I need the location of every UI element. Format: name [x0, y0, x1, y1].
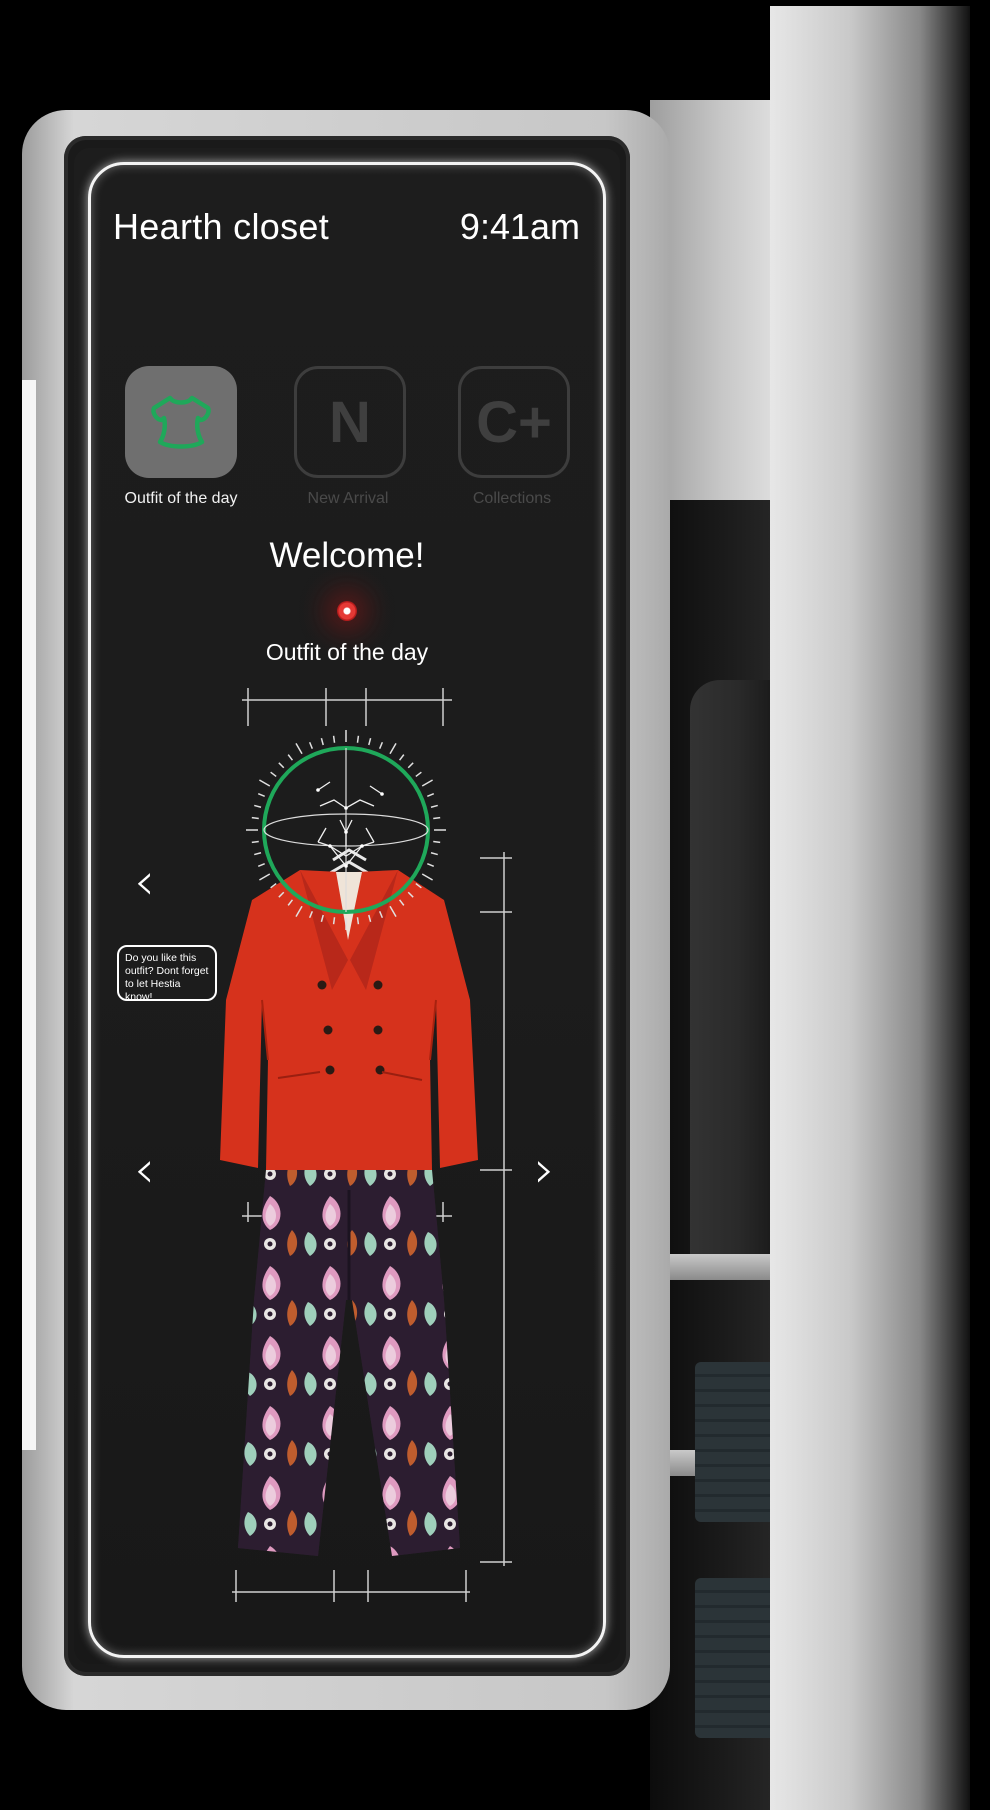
reticle-tick: [421, 779, 433, 787]
reticle-tick: [415, 771, 422, 778]
reticle-tick: [356, 917, 360, 925]
reticle-tick: [332, 735, 336, 743]
reticle-tick: [356, 735, 360, 743]
reticle-tick: [320, 738, 324, 746]
hestia-tip-bubble: Do you like this outfit? Dont forget to …: [117, 945, 217, 1003]
reticle-tick: [398, 754, 405, 761]
reticle-tick: [430, 852, 438, 856]
previous-top-arrow[interactable]: ‹: [134, 856, 155, 908]
reticle-tick: [427, 792, 435, 798]
vertical-measure-ruler: [480, 852, 512, 1566]
reticle-tick: [407, 762, 414, 769]
reticle-tick: [332, 917, 336, 925]
top-measure-ruler: [242, 688, 452, 726]
reticle-tick: [433, 840, 441, 844]
reticle-tick: [308, 741, 314, 749]
reticle-tick: [251, 840, 259, 844]
previous-bottom-arrow[interactable]: ‹: [134, 1144, 155, 1196]
reticle-tick: [251, 816, 259, 820]
reticle-tick: [287, 754, 294, 761]
reticle-tick: [259, 873, 271, 881]
reticle-tick: [430, 804, 438, 808]
reticle-tick: [389, 743, 397, 755]
reticle-tick: [254, 852, 262, 856]
next-bottom-arrow[interactable]: ›: [534, 1144, 555, 1196]
reticle-tick: [270, 771, 277, 778]
reticle-tick: [254, 804, 262, 808]
reticle-tick: [278, 762, 285, 769]
patterned-trousers: [238, 1170, 460, 1556]
reticle-tick: [427, 862, 435, 868]
reticle-tick: [295, 743, 303, 755]
reticle-tick: [368, 738, 372, 746]
reticle-tick: [421, 873, 433, 881]
reticle-tick: [259, 779, 271, 787]
reticle-tick: [378, 741, 384, 749]
red-blazer: [220, 870, 478, 1170]
reticle-tick: [257, 862, 265, 868]
reticle-tick: [433, 816, 441, 820]
bottom-measure-ruler: [232, 1570, 470, 1602]
reticle-tick: [257, 792, 265, 798]
